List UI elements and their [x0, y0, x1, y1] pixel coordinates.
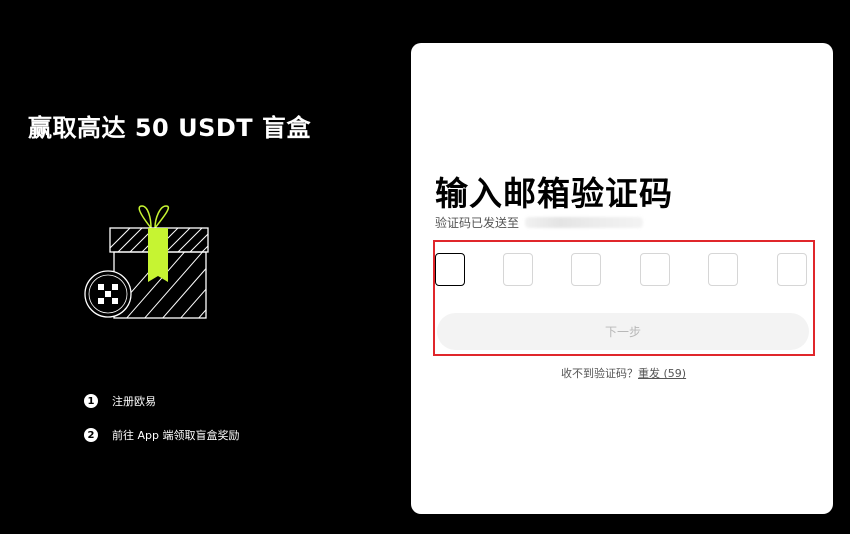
sent-to-label: 验证码已发送至 [435, 216, 520, 230]
not-received-text: 收不到验证码？ [561, 367, 638, 380]
next-button[interactable]: 下一步 [437, 313, 809, 350]
resend-countdown[interactable]: (59) [664, 367, 687, 380]
verification-card: 输入邮箱验证码 验证码已发送至 下一步 收不到验证码？重发 (59) [411, 43, 833, 514]
page-title: 输入邮箱验证码 [435, 174, 673, 213]
step-number: 2 [84, 428, 98, 442]
code-input-group [435, 253, 809, 287]
gift-box-icon [84, 205, 209, 319]
resend-label[interactable]: 重发 [638, 367, 660, 380]
code-digit-input[interactable] [708, 253, 738, 286]
step-item: 1 注册欧易 [84, 391, 239, 411]
resend-link[interactable]: 重发 (59) [638, 367, 686, 380]
step-number: 1 [84, 394, 98, 408]
promo-title: 赢取高达 50 USDT 盲盒 [28, 114, 312, 142]
sent-to-row: 验证码已发送至 [435, 214, 644, 231]
resend-row: 收不到验证码？重发 (59) [561, 365, 686, 381]
code-digit-input[interactable] [777, 253, 807, 286]
step-list: 1 注册欧易 2 前往 App 端领取盲盒奖励 [84, 391, 239, 459]
step-text: 注册欧易 [112, 395, 156, 408]
step-item: 2 前往 App 端领取盲盒奖励 [84, 425, 239, 445]
code-digit-input[interactable] [503, 253, 533, 286]
masked-email [525, 217, 644, 228]
code-digit-input[interactable] [435, 253, 465, 286]
step-text: 前往 App 端领取盲盒奖励 [112, 429, 240, 442]
code-digit-input[interactable] [571, 253, 601, 286]
code-digit-input[interactable] [640, 253, 670, 286]
